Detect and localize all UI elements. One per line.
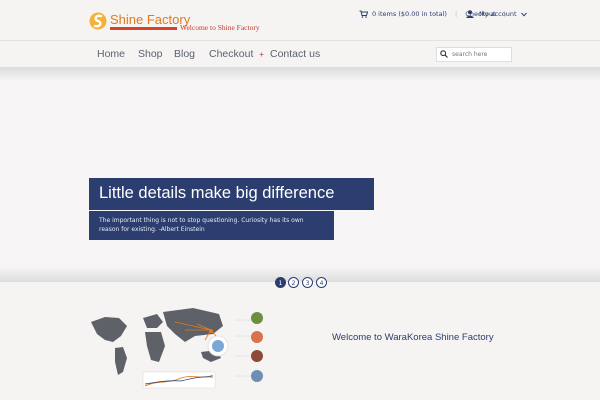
slider-page-3[interactable]: 3	[302, 277, 313, 288]
cart-link[interactable]: 0 items ($0.00 in total)	[359, 10, 447, 18]
cart-summary: 0 items ($0.00 in total)	[371, 10, 447, 18]
nav-home[interactable]: Home	[97, 48, 125, 60]
slide-quote: The important thing is not to stop quest…	[99, 217, 304, 233]
nav-contact[interactable]: Contact us	[270, 48, 320, 60]
slider-page-2[interactable]: 2	[288, 277, 299, 288]
nav-shop[interactable]: Shop	[138, 48, 163, 60]
user-icon	[466, 10, 474, 18]
account-label: My account	[479, 10, 517, 18]
slide-title-box: Little details make big difference	[89, 178, 374, 210]
search-box[interactable]	[436, 47, 512, 62]
brand-tagline: Welcome to Shine Factory	[180, 23, 260, 32]
hero-slider	[0, 67, 600, 282]
slide-quote-box: The important thing is not to stop quest…	[89, 211, 334, 240]
nav-checkout-expand: +	[259, 50, 264, 59]
chevron-down-icon	[520, 12, 527, 17]
welcome-heading: Welcome to WaraKorea Shine Factory	[332, 332, 494, 343]
site-header: Shine Factory Welcome to Shine Factory 0…	[0, 0, 600, 40]
search-input[interactable]	[452, 48, 508, 61]
shine-logo-icon	[89, 12, 107, 30]
nav-checkout[interactable]: Checkout +	[209, 48, 264, 60]
brand-underline	[110, 27, 177, 30]
slider-page-4[interactable]: 4	[316, 277, 327, 288]
account-menu[interactable]: My account	[466, 10, 527, 18]
nav-blog[interactable]: Blog	[174, 48, 195, 60]
slider-page-1[interactable]: 1	[275, 277, 286, 288]
cart-icon	[359, 10, 369, 18]
slide-title: Little details make big difference	[99, 184, 335, 202]
brand-name: Shine Factory	[110, 12, 191, 27]
search-icon[interactable]	[440, 50, 448, 58]
top-divider: |	[455, 10, 458, 18]
brand-logo[interactable]: Shine Factory	[89, 9, 190, 33]
nav-checkout-label: Checkout	[209, 48, 254, 60]
world-network-infographic	[91, 308, 263, 389]
